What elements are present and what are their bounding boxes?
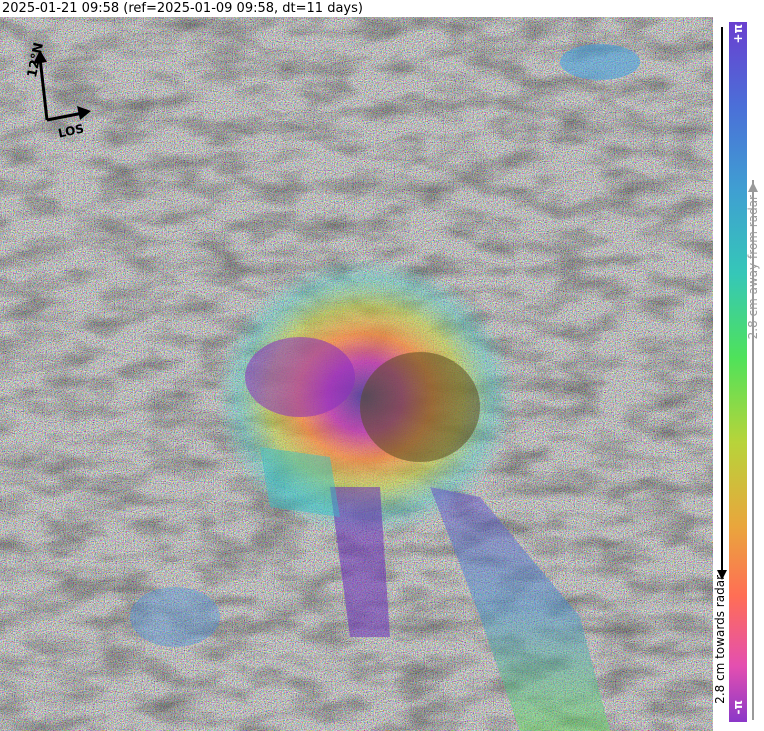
colorbar-bottom-label: -π: [731, 700, 745, 715]
fringe-olive: [360, 352, 480, 462]
fringe-magenta: [245, 337, 355, 417]
arrow-up-icon: [748, 182, 758, 192]
towards-arrow-line: [721, 27, 723, 577]
towards-radar-label: 2.8 cm towards radar: [713, 575, 727, 704]
interferogram-image: [0, 17, 713, 731]
patch-blue-ne: [560, 44, 640, 80]
away-from-radar-label: 2.8 cm away from radar: [746, 195, 760, 340]
phase-colorbar: [729, 22, 747, 722]
fringe-cyan: [260, 447, 340, 517]
interferogram-map: [0, 17, 713, 731]
los-arrow-icon: [77, 106, 91, 120]
patch-blue-sw: [130, 587, 220, 647]
figure-title: 2025-01-21 09:58 (ref=2025-01-09 09:58, …: [2, 1, 363, 16]
colorbar-top-label: +π: [731, 24, 745, 44]
